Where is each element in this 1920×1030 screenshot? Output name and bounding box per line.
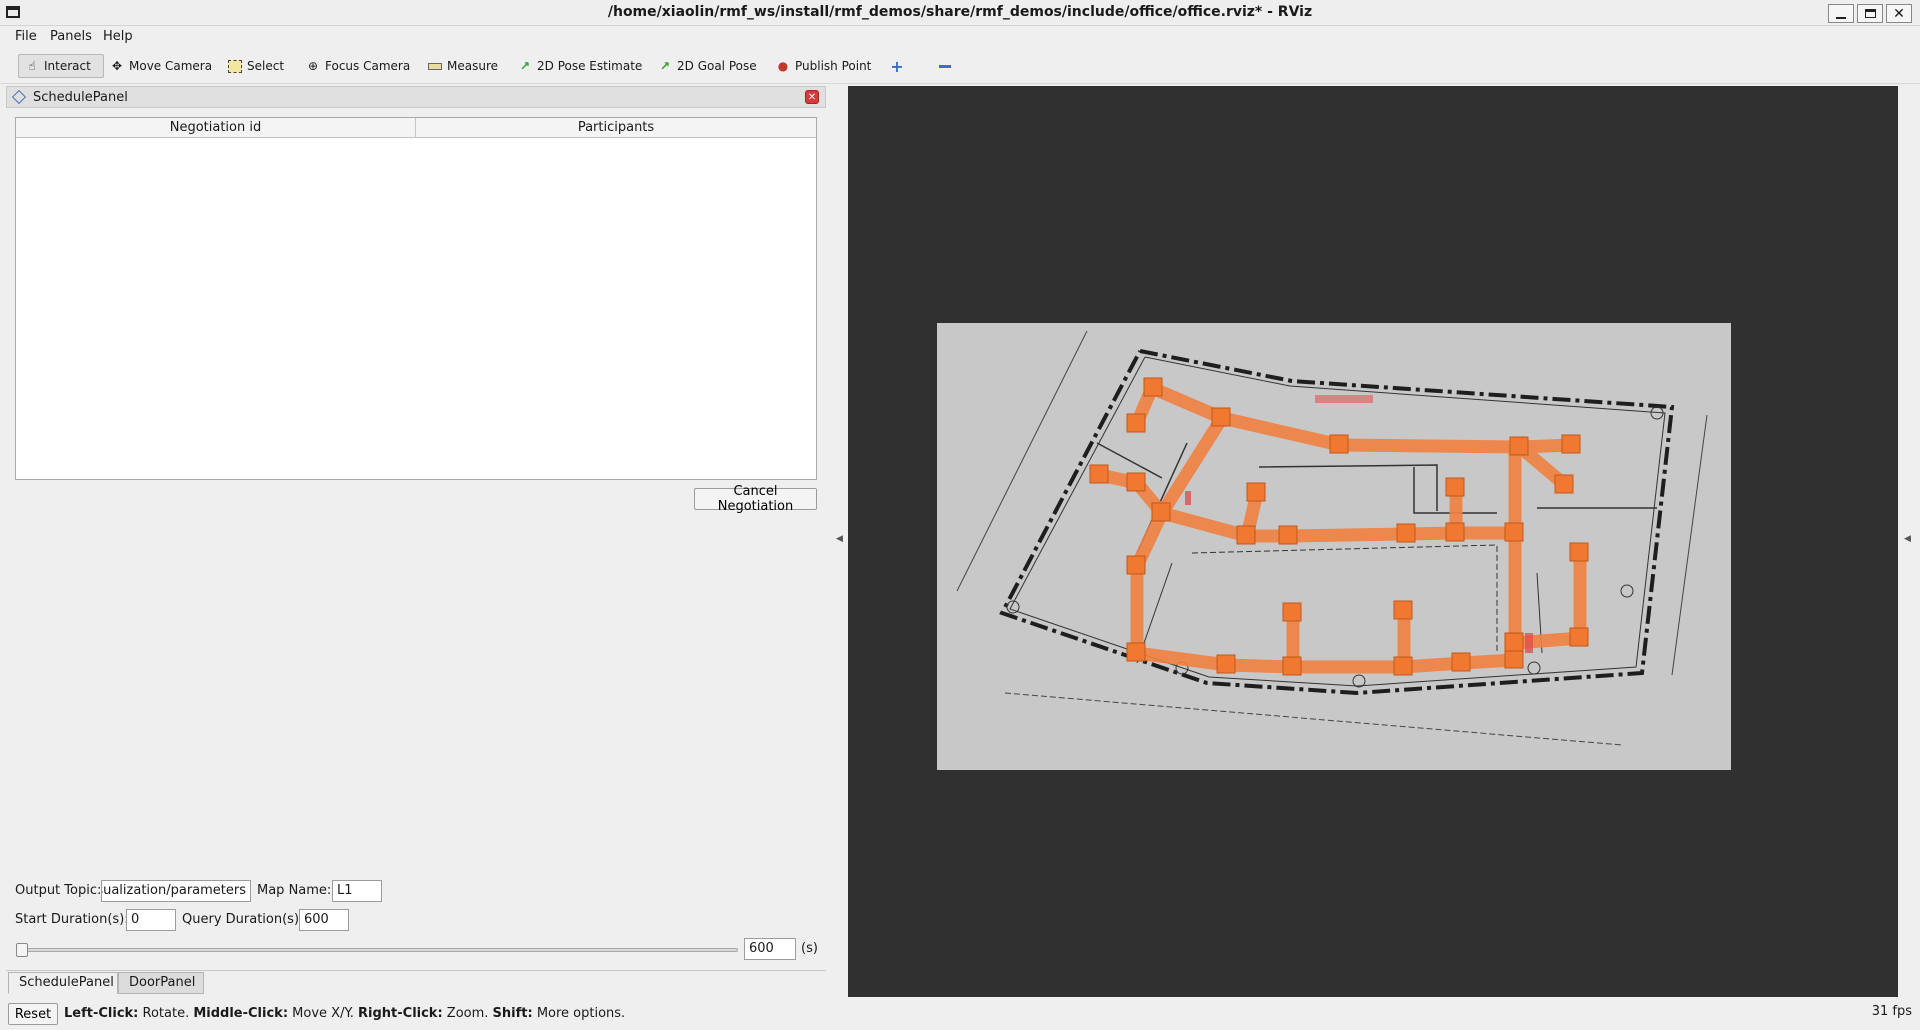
table-header: Negotiation id Participants: [16, 118, 816, 138]
close-panel-button[interactable]: ✕: [805, 90, 819, 104]
hint-left-click-key: Left-Click:: [64, 1006, 139, 1021]
tool-label: Move Camera: [129, 59, 213, 73]
floor-plan-drawing: [937, 323, 1731, 770]
tool-select[interactable]: Select: [222, 54, 290, 78]
column-header-negotiation-id[interactable]: Negotiation id: [16, 118, 416, 137]
hint-shift-key: Shift:: [492, 1006, 533, 1021]
output-topic-label: Output Topic:: [15, 883, 102, 898]
output-topic-input[interactable]: visualization/parameters: [101, 880, 251, 902]
cancel-negotiation-button[interactable]: Cancel Negotiation: [694, 484, 817, 514]
fps-readout: 31 fps: [1871, 1004, 1912, 1019]
menu-file[interactable]: File: [15, 29, 37, 44]
map-name-label: Map Name:: [257, 883, 332, 898]
minimize-button[interactable]: [1828, 4, 1854, 23]
tab-schedule-panel[interactable]: SchedulePanel: [8, 972, 118, 994]
maximize-button[interactable]: [1857, 4, 1883, 23]
maximize-icon: [1864, 9, 1876, 18]
start-duration-label: Start Duration(s):: [15, 912, 129, 927]
duration-slider-track[interactable]: [20, 948, 738, 952]
minus-icon: [938, 59, 952, 73]
toolbar: ☝ Interact ✥ Move Camera Select ⊕ Focus …: [0, 48, 1920, 84]
move-camera-icon: ✥: [111, 59, 123, 73]
query-duration-label: Query Duration(s):: [182, 912, 304, 927]
tool-label: Measure: [447, 59, 498, 73]
duration-slider-handle[interactable]: [16, 943, 28, 957]
panel-title: SchedulePanel: [33, 90, 128, 105]
hint-shift-action: More options.: [532, 1006, 626, 1021]
close-window-button[interactable]: ✕: [1886, 4, 1912, 23]
tool-label: Publish Point: [795, 59, 872, 73]
slider-unit-label: (s): [801, 941, 818, 956]
tool-measure[interactable]: Measure: [422, 54, 504, 78]
mouse-hint-text: Left-Click: Rotate. Middle-Click: Move X…: [64, 1006, 625, 1021]
hint-middle-click-key: Middle-Click:: [193, 1006, 289, 1021]
slider-value-input[interactable]: 600: [744, 938, 796, 960]
hint-right-click-key: Right-Click:: [358, 1006, 443, 1021]
tool-label: Select: [247, 59, 285, 73]
hint-left-click-action: Rotate.: [138, 1006, 194, 1021]
hint-middle-click-action: Move X/Y.: [288, 1006, 359, 1021]
query-duration-input[interactable]: 600: [299, 909, 349, 931]
close-icon: ✕: [807, 91, 817, 103]
menu-help[interactable]: Help: [103, 29, 133, 44]
map-name-input[interactable]: L1: [332, 880, 382, 902]
status-bar: Reset Left-Click: Rotate. Middle-Click: …: [0, 998, 1920, 1030]
select-icon: [228, 59, 242, 73]
schedule-panel-header: SchedulePanel ✕: [6, 86, 826, 108]
map-pin-icon: ●: [777, 59, 789, 73]
pose-estimate-arrow-icon: ↗: [519, 59, 531, 73]
menu-bar: File Panels Help: [0, 26, 1920, 48]
tool-focus-camera[interactable]: ⊕ Focus Camera: [300, 54, 416, 78]
plus-icon: +: [890, 56, 904, 76]
tool-2d-pose-estimate[interactable]: ↗ 2D Pose Estimate: [512, 54, 648, 78]
tool-2d-goal-pose[interactable]: ↗ 2D Goal Pose: [652, 54, 763, 78]
window-title: /home/xiaolin/rmf_ws/install/rmf_demos/s…: [607, 4, 1313, 20]
hand-icon: ☝: [28, 59, 36, 73]
tool-move-camera[interactable]: ✥ Move Camera: [104, 54, 218, 78]
tab-divider: [6, 970, 826, 971]
close-icon: ✕: [1893, 5, 1905, 22]
tool-interact[interactable]: ☝ Interact: [18, 54, 104, 78]
tool-publish-point[interactable]: ● Publish Point: [770, 54, 877, 78]
tool-label: 2D Pose Estimate: [537, 59, 643, 73]
negotiation-table[interactable]: Negotiation id Participants: [15, 117, 817, 480]
goal-pose-arrow-icon: ↗: [659, 59, 671, 73]
title-bar: /home/xiaolin/rmf_ws/install/rmf_demos/s…: [0, 0, 1920, 26]
start-duration-input[interactable]: 0: [126, 909, 176, 931]
panel-diamond-icon: [11, 89, 27, 105]
column-header-participants[interactable]: Participants: [416, 118, 816, 137]
tool-label: Focus Camera: [325, 59, 411, 73]
minimize-icon: [1836, 16, 1846, 19]
collapse-left-arrow-icon[interactable]: ◀: [836, 534, 843, 544]
measure-icon: [428, 59, 442, 73]
office-floor-map: [937, 323, 1731, 770]
reset-button[interactable]: Reset: [8, 1003, 58, 1025]
tool-label: 2D Goal Pose: [677, 59, 757, 73]
tool-label: Interact: [44, 59, 91, 73]
remove-tool-button[interactable]: [932, 54, 958, 78]
collapse-right-arrow-icon[interactable]: ◀: [1904, 534, 1911, 544]
focus-camera-icon: ⊕: [307, 59, 319, 73]
add-tool-button[interactable]: +: [884, 54, 910, 78]
hint-right-click-action: Zoom.: [442, 1006, 493, 1021]
menu-panels[interactable]: Panels: [50, 29, 92, 44]
tab-door-panel[interactable]: DoorPanel: [118, 972, 204, 994]
